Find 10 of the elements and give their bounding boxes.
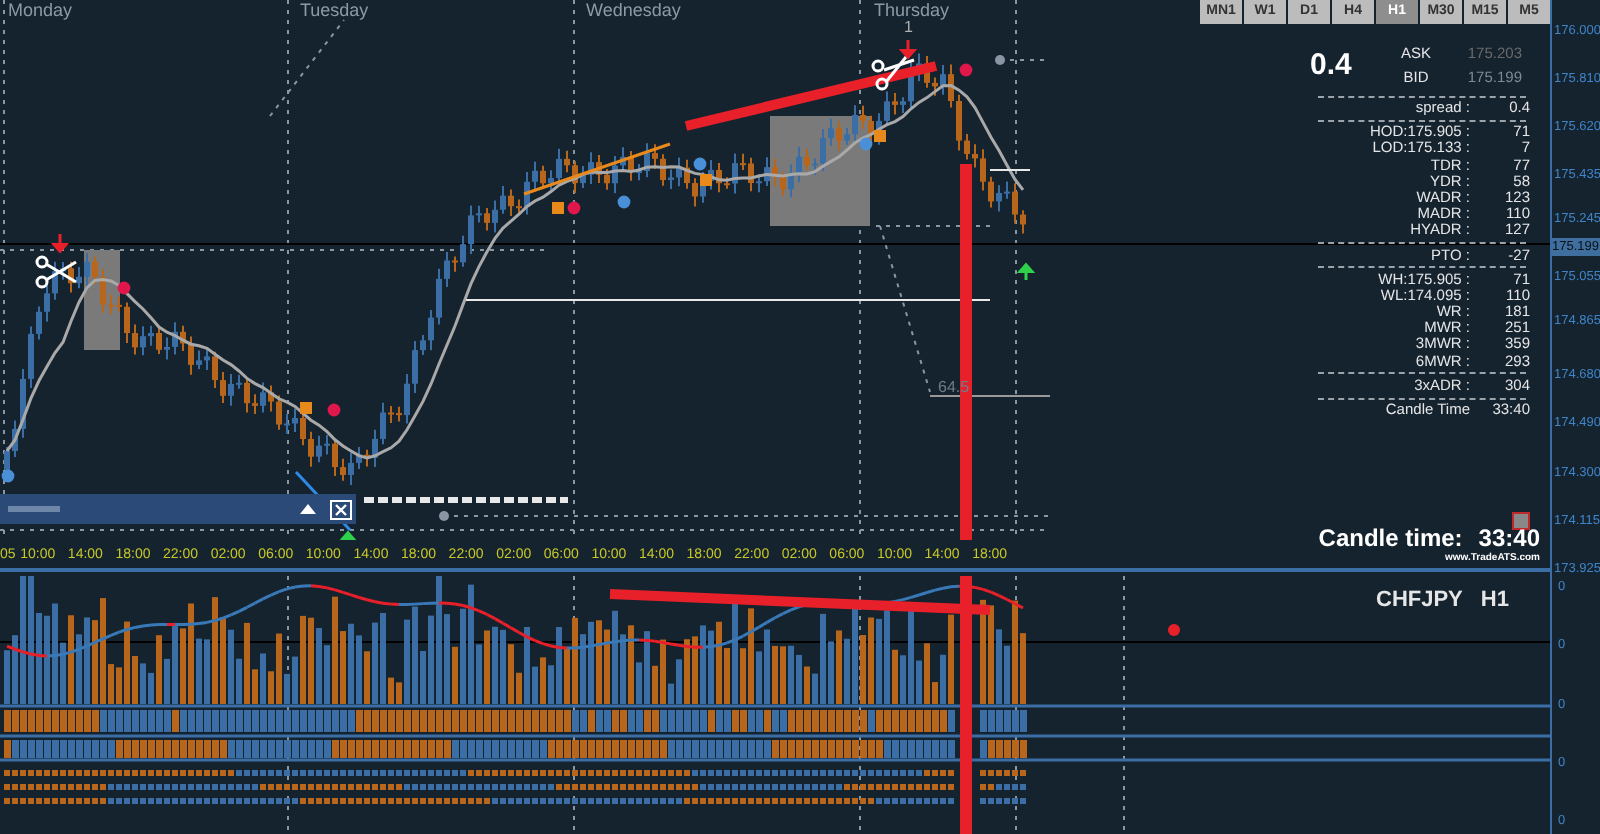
candle-time-label: Candle time: xyxy=(1318,524,1463,552)
day-label: Thursday xyxy=(874,0,950,20)
day-label: Tuesday xyxy=(300,0,369,20)
day-label: Wednesday xyxy=(586,0,681,20)
spread-value: 0.4 xyxy=(1310,47,1354,81)
symbol-label: CHFJPY xyxy=(1376,588,1463,612)
period-label: H1 xyxy=(1480,588,1509,612)
signal-count-label: 1 xyxy=(904,18,913,36)
day-label: Monday xyxy=(8,0,73,20)
candle-time-value: 33:40 xyxy=(1478,524,1540,552)
